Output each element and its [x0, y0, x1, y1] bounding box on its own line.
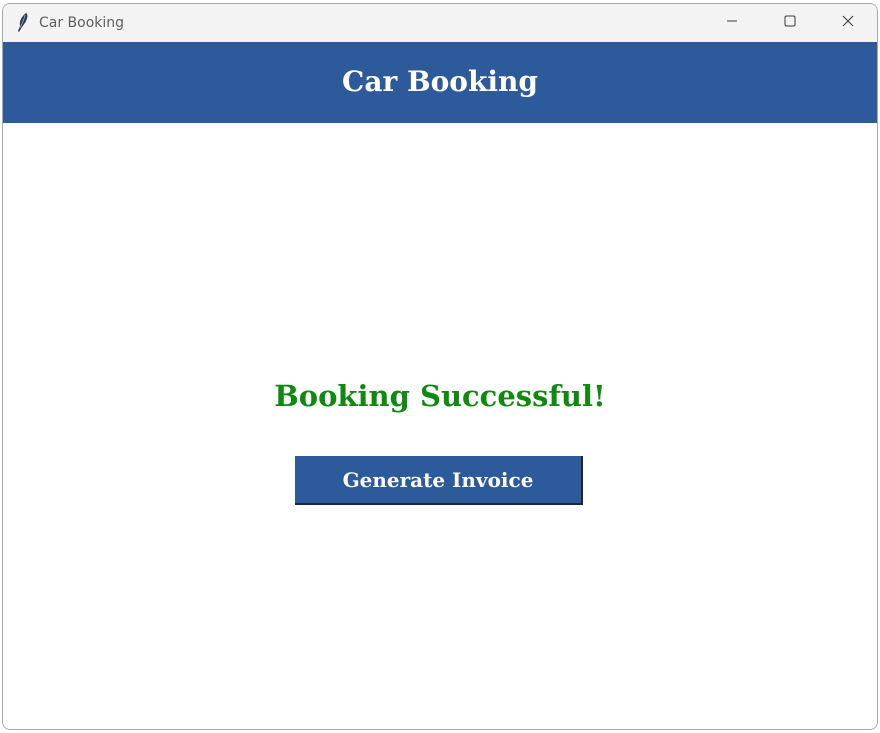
- maximize-button[interactable]: [767, 4, 813, 42]
- header-title: Car Booking: [342, 65, 538, 98]
- app-header: Car Booking: [3, 42, 877, 123]
- minimize-button[interactable]: [709, 4, 755, 42]
- close-icon: [842, 14, 854, 32]
- app-window: Car Booking Car Booking Booking Successf…: [2, 3, 878, 730]
- maximize-icon: [784, 14, 796, 32]
- feather-icon: [15, 12, 31, 34]
- booking-status-message: Booking Successful!: [274, 379, 606, 413]
- window-title: Car Booking: [39, 15, 125, 31]
- minimize-icon: [726, 14, 738, 32]
- close-button[interactable]: [825, 4, 871, 42]
- generate-invoice-button[interactable]: Generate Invoice: [295, 456, 583, 505]
- title-bar[interactable]: Car Booking: [3, 4, 877, 42]
